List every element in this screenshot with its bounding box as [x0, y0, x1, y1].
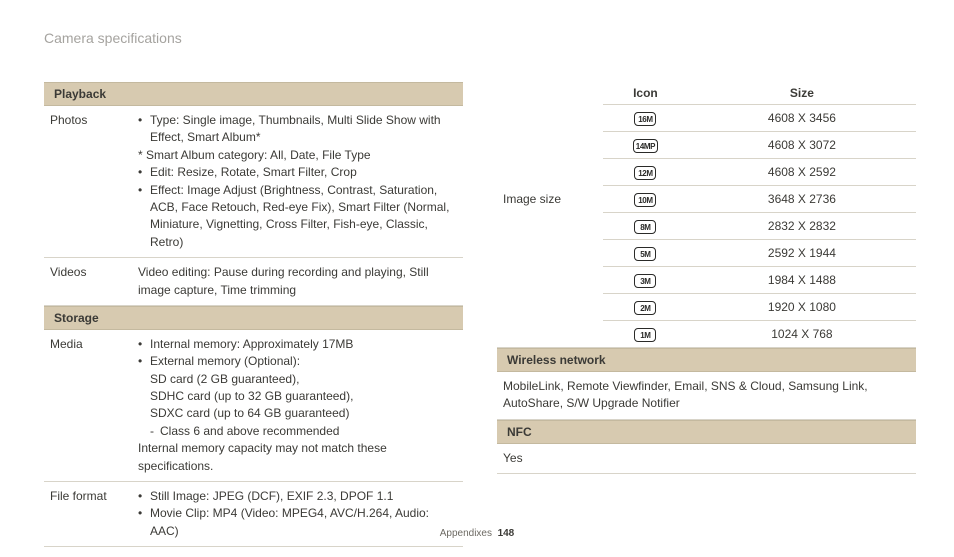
label-imagesize: Image size — [497, 82, 603, 347]
page: Camera specifications Playback Photos Ty… — [0, 0, 954, 557]
photos-type: Type: Single image, Thumbnails, Multi Sl… — [138, 112, 457, 147]
image-size-table: Icon Size 16M4608 X 345614MP4608 X 30721… — [603, 82, 916, 347]
size-row: 5M 2592 X 1944 — [603, 240, 916, 267]
photos-effect: Effect: Image Adjust (Brightness, Contra… — [138, 182, 457, 252]
size-value-cell: 4608 X 2592 — [688, 159, 916, 186]
size-icon-cell: 2M — [603, 294, 688, 321]
resolution-icon: 5M — [634, 247, 656, 261]
photos-edit: Edit: Resize, Rotate, Smart Filter, Crop — [138, 164, 457, 181]
media-external: External memory (Optional): — [138, 353, 457, 370]
section-playback: Playback — [44, 82, 463, 106]
resolution-icon: 14MP — [633, 139, 658, 153]
row-imagesize: Image size Icon Size 16M 4608 X 3456 14MP 4… — [497, 82, 916, 348]
media-sdxc: SDXC card (up to 64 GB guaranteed) — [138, 405, 457, 422]
size-icon-cell: 14MP — [603, 132, 688, 159]
section-nfc: NFC — [497, 420, 916, 444]
value-media: Internal memory: Approximately 17MB Exte… — [138, 336, 463, 475]
photos-smartalbum-note: * Smart Album category: All, Date, File … — [138, 147, 457, 164]
size-icon-cell: 1M — [603, 321, 688, 348]
size-icon-cell: 10M — [603, 186, 688, 213]
media-internal: Internal memory: Approximately 17MB — [138, 336, 457, 353]
label-media: Media — [44, 336, 138, 475]
size-icon-cell: 16M — [603, 105, 688, 132]
section-storage: Storage — [44, 306, 463, 330]
resolution-icon: 12M — [634, 166, 656, 180]
page-header: Camera specifications — [44, 30, 182, 46]
nfc-value: Yes — [497, 444, 916, 474]
size-row: 2M 1920 X 1080 — [603, 294, 916, 321]
page-footer: Appendixes 148 — [0, 528, 954, 539]
row-media: Media Internal memory: Approximately 17M… — [44, 330, 463, 482]
media-note: Internal memory capacity may not match t… — [138, 440, 457, 475]
resolution-icon: 10M — [634, 193, 656, 207]
ff-still: Still Image: JPEG (DCF), EXIF 2.3, DPOF … — [138, 488, 457, 505]
footer-page: 148 — [498, 528, 515, 539]
right-column: Image size Icon Size 16M 4608 X 3456 14MP 4… — [497, 82, 916, 547]
wireless-value: MobileLink, Remote Viewfinder, Email, SN… — [497, 372, 916, 420]
resolution-icon: 8M — [634, 220, 656, 234]
th-size: Size — [688, 82, 916, 105]
size-value-cell: 3648 X 2736 — [688, 186, 916, 213]
size-icon-cell: 5M — [603, 240, 688, 267]
size-value-cell: 1984 X 1488 — [688, 267, 916, 294]
value-photos: Type: Single image, Thumbnails, Multi Sl… — [138, 112, 463, 251]
section-wireless: Wireless network — [497, 348, 916, 372]
label-videos: Videos — [44, 264, 138, 299]
footer-section: Appendixes — [440, 528, 492, 539]
size-value-cell: 4608 X 3456 — [688, 105, 916, 132]
media-sdhc: SDHC card (up to 32 GB guaranteed), — [138, 388, 457, 405]
size-row: 8M 2832 X 2832 — [603, 213, 916, 240]
size-row: 3M 1984 X 1488 — [603, 267, 916, 294]
size-row: 1M 1024 X 768 — [603, 321, 916, 348]
resolution-icon: 1M — [634, 328, 656, 342]
size-icon-cell: 3M — [603, 267, 688, 294]
media-class: Class 6 and above recommended — [138, 423, 457, 440]
left-column: Playback Photos Type: Single image, Thum… — [44, 82, 463, 547]
media-sd: SD card (2 GB guaranteed), — [138, 371, 457, 388]
size-value-cell: 4608 X 3072 — [688, 132, 916, 159]
size-value-cell: 1920 X 1080 — [688, 294, 916, 321]
size-row: 16M 4608 X 3456 — [603, 105, 916, 132]
size-value-cell: 1024 X 768 — [688, 321, 916, 348]
size-row: 14MP 4608 X 3072 — [603, 132, 916, 159]
row-photos: Photos Type: Single image, Thumbnails, M… — [44, 106, 463, 258]
size-row: 10M 3648 X 2736 — [603, 186, 916, 213]
label-photos: Photos — [44, 112, 138, 251]
size-row: 12M 4608 X 2592 — [603, 159, 916, 186]
resolution-icon: 2M — [634, 301, 656, 315]
value-videos: Video editing: Pause during recording an… — [138, 264, 463, 299]
size-value-cell: 2832 X 2832 — [688, 213, 916, 240]
size-icon-cell: 12M — [603, 159, 688, 186]
size-icon-cell: 8M — [603, 213, 688, 240]
size-value-cell: 2592 X 1944 — [688, 240, 916, 267]
resolution-icon: 16M — [634, 112, 656, 126]
row-videos: Videos Video editing: Pause during recor… — [44, 258, 463, 306]
th-icon: Icon — [603, 82, 688, 105]
columns: Playback Photos Type: Single image, Thum… — [44, 82, 916, 547]
resolution-icon: 3M — [634, 274, 656, 288]
